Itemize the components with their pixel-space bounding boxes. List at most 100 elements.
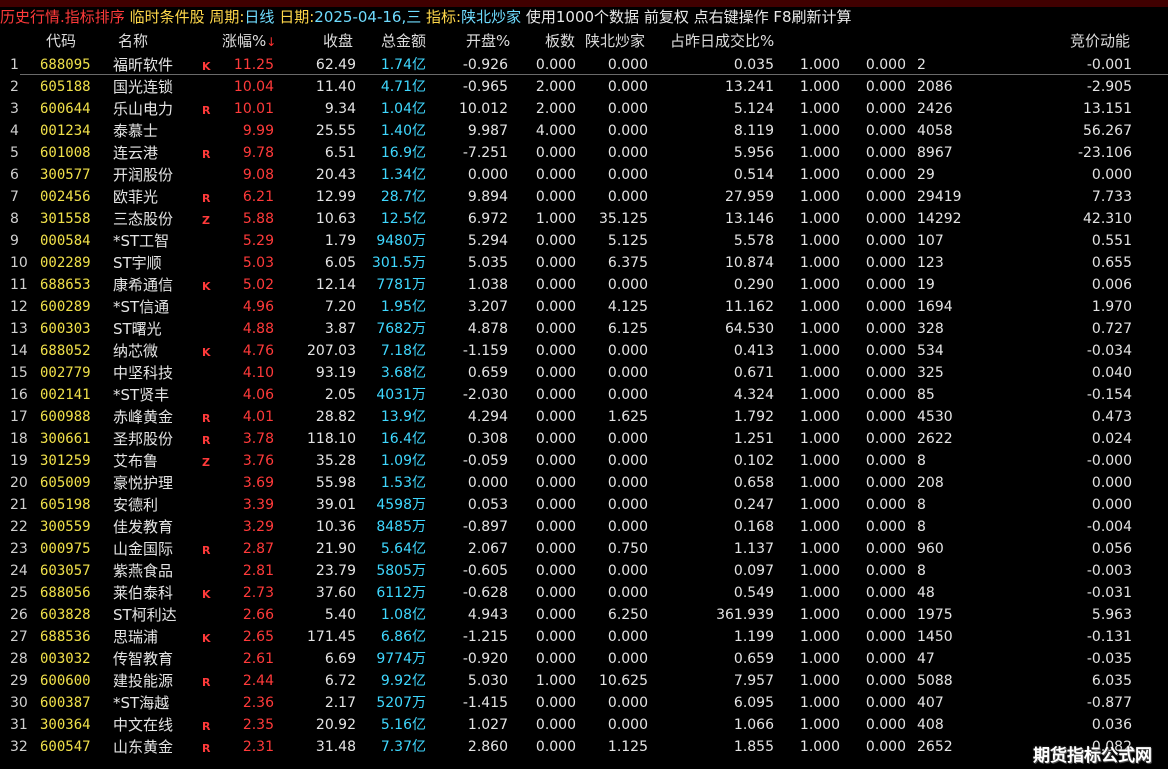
change-pct: 3.69 <box>242 475 274 491</box>
table-row[interactable]: 2 605188 国光连锁 10.04 11.40 4.71亿 -0.965 2.000 0.0… <box>0 76 1168 98</box>
table-row[interactable]: 30 600387 *ST海越 2.36 2.17 5207万 -1.415 0.000 0.0… <box>0 692 1168 714</box>
auction-momentum: 56.267 <box>1083 123 1132 139</box>
date-value[interactable]: 2025-04-16,三 <box>314 8 421 26</box>
volume-ratio: 10.874 <box>725 255 774 271</box>
total-amount: 7.18亿 <box>380 343 426 359</box>
change-pct: 5.29 <box>242 233 274 249</box>
table-row[interactable]: 15 002779 中坚科技 4.10 93.19 3.68亿 0.659 0.000 0.00… <box>0 362 1168 384</box>
row-index: 11 <box>10 277 28 293</box>
col-amount-header[interactable]: 总金额 <box>381 30 426 52</box>
table-row[interactable]: 10 002289 ST宇顺 5.03 6.05 301.5万 5.035 0.000 6.37… <box>0 252 1168 274</box>
table-row[interactable]: 8 301558 三态股份 Z 5.88 10.63 12.5亿 6.972 1.000 35.1… <box>0 208 1168 230</box>
board-count: 0.000 <box>535 541 576 557</box>
change-pct: 11.25 <box>233 57 274 73</box>
auction-momentum: 5.963 <box>1091 607 1132 623</box>
open-pct: 0.000 <box>467 475 508 491</box>
volume-ratio: 0.247 <box>733 497 774 513</box>
value-col-1: 1.000 <box>799 167 840 183</box>
indicator-value[interactable]: 陕北炒家 <box>461 8 521 26</box>
table-row[interactable]: 19 301259 艾布鲁 Z 3.76 35.28 1.09亿 -0.059 0.000 0.0… <box>0 450 1168 472</box>
close-price: 118.10 <box>307 431 356 447</box>
table-row[interactable]: 32 600547 山东黄金 R 2.31 31.48 7.37亿 2.860 0.000 1.1… <box>0 736 1168 758</box>
indicator-value: 0.000 <box>607 497 648 513</box>
indicator-value: 6.125 <box>607 321 648 337</box>
close-price: 37.60 <box>315 585 356 601</box>
table-row[interactable]: 31 300364 中文在线 R 2.35 20.92 5.16亿 1.027 0.000 0.0… <box>0 714 1168 736</box>
volume-ratio: 0.413 <box>733 343 774 359</box>
board-count: 1.000 <box>535 211 576 227</box>
board-tag: R <box>202 544 211 557</box>
table-row[interactable]: 16 002141 *ST贤丰 4.06 2.05 4031万 -2.030 0.000 0.0… <box>0 384 1168 406</box>
volume-ratio: 5.124 <box>733 101 774 117</box>
col-change-header[interactable]: 涨幅%↓ <box>222 30 276 53</box>
board-count: 0.000 <box>535 717 576 733</box>
value-col-2: 0.000 <box>865 79 906 95</box>
table-row[interactable]: 7 002456 欧菲光 R 6.21 12.99 28.7亿 9.894 0.000 0.000… <box>0 186 1168 208</box>
stock-code: 600303 <box>40 321 91 337</box>
table-row[interactable]: 4 001234 泰慕士 9.99 25.55 1.40亿 9.987 4.000 0.000 8… <box>0 120 1168 142</box>
value-col-2: 0.000 <box>865 717 906 733</box>
auction-momentum: -0.034 <box>1086 343 1132 359</box>
volume-ratio: 7.957 <box>733 673 774 689</box>
table-row[interactable]: 24 603057 紫燕食品 2.81 23.79 5805万 -0.605 0.000 0.0… <box>0 560 1168 582</box>
table-row[interactable]: 3 600644 乐山电力 R 10.01 9.34 1.04亿 10.012 2.000 0.0… <box>0 98 1168 120</box>
col-open-header[interactable]: 开盘% <box>466 30 510 52</box>
table-row[interactable]: 11 688653 康希通信 K 5.02 12.14 7781万 1.038 0.000 0.0… <box>0 274 1168 296</box>
row-index: 20 <box>10 475 28 491</box>
open-pct: -7.251 <box>462 145 508 161</box>
open-pct: -0.897 <box>462 519 508 535</box>
sort-desc-icon: ↓ <box>266 35 277 49</box>
col-code-header[interactable]: 代码 <box>46 30 76 52</box>
table-row[interactable]: 18 300661 圣邦股份 R 3.78 118.10 16.4亿 0.308 0.000 0.… <box>0 428 1168 450</box>
table-row[interactable]: 17 600988 赤峰黄金 R 4.01 28.82 13.9亿 4.294 0.000 1.6… <box>0 406 1168 428</box>
col-close-header[interactable]: 收盘 <box>323 30 353 52</box>
indicator-value: 6.250 <box>607 607 648 623</box>
value-col-2: 0.000 <box>865 321 906 337</box>
volume-ratio: 0.168 <box>733 519 774 535</box>
mode-label[interactable]: 历史行情.指标排序 <box>0 8 125 26</box>
table-row[interactable]: 27 688536 思瑞浦 K 2.65 171.45 6.86亿 -1.215 0.000 0.… <box>0 626 1168 648</box>
col-boards-header[interactable]: 板数 <box>545 30 575 52</box>
table-row[interactable]: 26 603828 ST柯利达 2.66 5.40 1.08亿 4.943 0.000 6.25… <box>0 604 1168 626</box>
value-col-3: 2652 <box>917 739 953 755</box>
table-row[interactable]: 1 688095 福昕软件 K 11.25 62.49 1.74亿 -0.926 0.000 0.… <box>0 54 1168 76</box>
board-count: 0.000 <box>535 233 576 249</box>
row-index: 26 <box>10 607 28 623</box>
value-col-2: 0.000 <box>865 563 906 579</box>
total-amount: 4598万 <box>376 497 426 513</box>
volume-ratio: 0.514 <box>733 167 774 183</box>
table-row[interactable]: 25 688056 莱伯泰科 K 2.73 37.60 6112万 -0.628 0.000 0.… <box>0 582 1168 604</box>
table-row[interactable]: 22 300559 佳发教育 3.29 10.36 8485万 -0.897 0.000 0.0… <box>0 516 1168 538</box>
open-pct: -2.030 <box>462 387 508 403</box>
col-indicator-header[interactable]: 陕北炒家 <box>585 30 645 52</box>
col-auction-header[interactable]: 竞价动能 <box>1070 30 1130 52</box>
table-row[interactable]: 12 600289 *ST信通 4.96 7.20 1.95亿 3.207 0.000 4.12… <box>0 296 1168 318</box>
condition-label[interactable]: 临时条件股 <box>130 8 205 26</box>
col-name-header[interactable]: 名称 <box>118 30 148 52</box>
table-row[interactable]: 9 000584 *ST工智 5.29 1.79 9480万 5.294 0.000 5.125… <box>0 230 1168 252</box>
board-count: 1.000 <box>535 673 576 689</box>
volume-ratio: 8.119 <box>733 123 774 139</box>
row-index: 30 <box>10 695 28 711</box>
change-pct: 3.76 <box>242 453 274 469</box>
row-index: 32 <box>10 739 28 755</box>
stock-code: 002779 <box>40 365 91 381</box>
table-row[interactable]: 13 600303 ST曙光 4.88 3.87 7682万 4.878 0.000 6.125… <box>0 318 1168 340</box>
value-col-2: 0.000 <box>865 431 906 447</box>
table-row[interactable]: 23 000975 山金国际 R 2.87 21.90 5.64亿 2.067 0.000 0.7… <box>0 538 1168 560</box>
value-col-3: 407 <box>917 695 944 711</box>
table-row[interactable]: 14 688052 纳芯微 K 4.76 207.03 7.18亿 -1.159 0.000 0.… <box>0 340 1168 362</box>
table-row[interactable]: 5 601008 连云港 R 9.78 6.51 16.9亿 -7.251 0.000 0.000… <box>0 142 1168 164</box>
table-row[interactable]: 21 605198 安德利 3.39 39.01 4598万 0.053 0.000 0.000… <box>0 494 1168 516</box>
change-pct: 2.66 <box>242 607 274 623</box>
value-col-1: 1.000 <box>799 387 840 403</box>
table-row[interactable]: 28 003032 传智教育 2.61 6.69 9774万 -0.920 0.000 0.00… <box>0 648 1168 670</box>
open-pct: -0.059 <box>462 453 508 469</box>
period-value[interactable]: 日线 <box>244 8 274 26</box>
info-text: 使用1000个数据 前复权 点右键操作 F8刷新计算 <box>525 8 852 26</box>
total-amount: 5.64亿 <box>380 541 426 557</box>
table-row[interactable]: 29 600600 建投能源 R 2.44 6.72 9.92亿 5.030 1.000 10.6… <box>0 670 1168 692</box>
table-row[interactable]: 20 605009 豪悦护理 3.69 55.98 1.53亿 0.000 0.000 0.00… <box>0 472 1168 494</box>
col-volratio-header[interactable]: 占昨日成交比% <box>670 30 774 52</box>
table-row[interactable]: 6 300577 开润股份 9.08 20.43 1.34亿 0.000 0.000 0.000… <box>0 164 1168 186</box>
